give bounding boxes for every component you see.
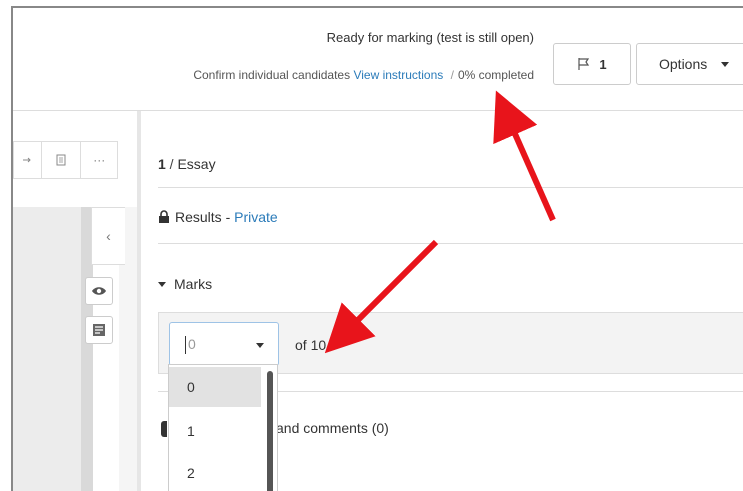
eye-icon xyxy=(92,287,106,295)
header xyxy=(13,8,743,110)
section-divider xyxy=(158,243,743,244)
dropdown-scrollbar[interactable] xyxy=(267,371,273,491)
view-instructions-link[interactable]: View instructions xyxy=(353,68,443,82)
chevron-down-icon xyxy=(256,343,264,348)
marks-option[interactable]: 0 xyxy=(169,367,261,407)
completion-percentage: 0% completed xyxy=(457,68,534,82)
collapse-panel-button[interactable]: ‹ xyxy=(91,207,125,265)
results-heading: Results - Private xyxy=(158,209,278,225)
document-icon[interactable] xyxy=(40,142,80,178)
flag-icon xyxy=(578,58,590,70)
marking-status: Ready for marking (test is still open) xyxy=(326,30,534,45)
question-type: Essay xyxy=(177,156,216,172)
comments-icon xyxy=(161,421,167,437)
document-panel: ··· ‹ xyxy=(13,111,137,491)
text-cursor xyxy=(185,336,186,354)
notes-icon xyxy=(93,324,105,336)
options-button[interactable]: Options xyxy=(636,43,743,85)
lock-icon xyxy=(159,210,169,223)
progress-separator: / xyxy=(450,68,454,82)
section-divider xyxy=(158,187,743,188)
marks-option[interactable]: 1 xyxy=(169,411,261,451)
chevron-down-icon xyxy=(721,61,730,67)
caret-down-icon xyxy=(158,282,166,287)
question-heading: 1 / Essay xyxy=(158,156,216,172)
marks-label: Marks xyxy=(174,276,213,292)
options-label: Options xyxy=(659,56,708,72)
arrow-icon[interactable] xyxy=(14,142,41,178)
marks-option[interactable]: 2 xyxy=(169,453,261,491)
confirm-text: Confirm individual candidates xyxy=(193,68,351,82)
marks-select[interactable]: 0 xyxy=(169,322,279,366)
progress-line: Confirm individual candidates View instr… xyxy=(193,68,534,82)
marks-toggle[interactable]: Marks xyxy=(158,276,212,292)
preview-button[interactable] xyxy=(85,277,113,305)
question-number: 1 xyxy=(158,156,166,172)
results-visibility-link[interactable]: Private xyxy=(234,209,278,225)
document-viewer[interactable] xyxy=(13,207,81,491)
results-label: Results xyxy=(175,209,222,225)
results-separator: - xyxy=(221,209,235,225)
flag-count: 1 xyxy=(599,56,607,72)
more-icon[interactable]: ··· xyxy=(80,142,117,178)
marks-max-label: of 10 xyxy=(295,337,327,353)
question-separator: / xyxy=(165,156,178,172)
comments-heading[interactable]: and comments (0) xyxy=(276,420,389,436)
flag-button[interactable]: 1 xyxy=(553,43,631,85)
marks-select-value: 0 xyxy=(188,336,196,352)
marks-dropdown: 0 1 2 xyxy=(168,364,278,491)
app-frame: Ready for marking (test is still open) C… xyxy=(0,0,743,491)
document-toolbar: ··· xyxy=(13,141,118,179)
notes-button[interactable] xyxy=(85,316,113,344)
